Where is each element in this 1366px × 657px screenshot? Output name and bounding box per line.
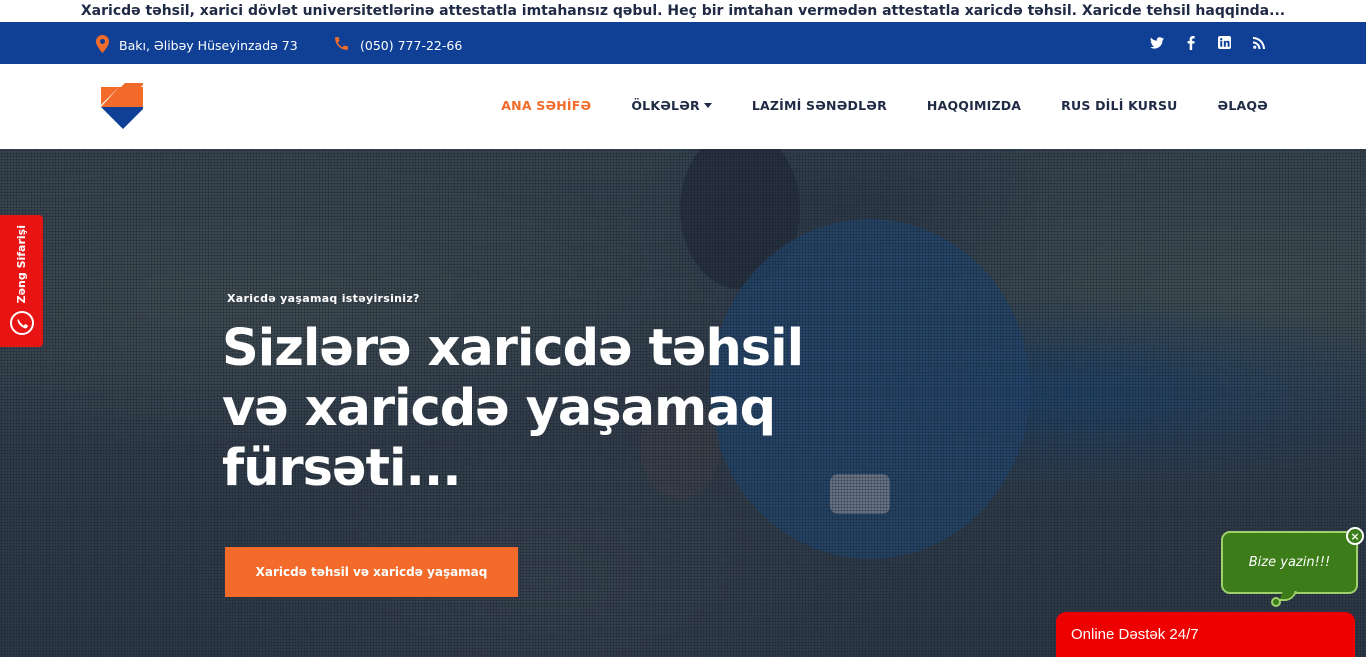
linkedin-icon[interactable] <box>1217 35 1232 50</box>
facebook-icon[interactable] <box>1183 35 1198 50</box>
ticker-text: Xaricdə təhsil, xarici dövlət universite… <box>80 3 1286 19</box>
address: Bakı, Əlibəy Hüseyinzadə 73 <box>96 35 298 56</box>
hero-kicker: Xaricdə yaşamaq istəyirsiniz? <box>227 292 420 305</box>
chat-bubble[interactable]: Bize yazin!!! <box>1221 531 1358 607</box>
nav-item-about[interactable]: HAQQIMIZDA <box>927 98 1021 113</box>
call-order-label: Zəng Sifarişi <box>15 224 28 303</box>
nav-item-countries[interactable]: ÖLKƏLƏR <box>631 98 712 113</box>
social-links <box>1149 35 1266 50</box>
phone-ring-icon <box>9 311 34 339</box>
nav-item-home[interactable]: ANA SƏHİFƏ <box>501 98 591 113</box>
nav-item-russian-course[interactable]: RUS DİLİ KURSU <box>1061 98 1177 113</box>
online-support-bar[interactable]: Online Dəstək 24/7 <box>1056 612 1355 657</box>
site-logo[interactable] <box>101 83 143 129</box>
hero-cta-button[interactable]: Xaricdə təhsil və xaricdə yaşamaq <box>225 547 518 597</box>
bubble-dot <box>1271 597 1281 607</box>
phone[interactable]: (050) 777-22-66 <box>333 35 462 55</box>
close-icon[interactable]: × <box>1346 527 1364 545</box>
phone-icon <box>333 35 350 55</box>
announcement-ticker: Xaricdə təhsil, xarici dövlət universite… <box>0 0 1366 22</box>
caret-down-icon <box>703 103 712 108</box>
hero-section: Xaricdə yaşamaq istəyirsiniz? Sizlərə xa… <box>0 149 1366 657</box>
map-pin-icon <box>96 35 109 56</box>
rss-icon[interactable] <box>1251 35 1266 50</box>
online-support-label: Online Dəstək 24/7 <box>1071 626 1199 643</box>
nav-item-documents[interactable]: LAZİMİ SƏNƏDLƏR <box>752 98 887 113</box>
main-nav: ANA SƏHİFƏ ÖLKƏLƏR LAZİMİ SƏNƏDLƏR HAQQI… <box>501 98 1268 113</box>
phone-text[interactable]: (050) 777-22-66 <box>360 38 462 53</box>
address-text: Bakı, Əlibəy Hüseyinzadə 73 <box>119 38 298 53</box>
nav-item-contact[interactable]: ƏLAQƏ <box>1218 98 1269 113</box>
call-order-tab[interactable]: Zəng Sifarişi <box>0 215 43 347</box>
chat-bubble-text: Bize yazin!!! <box>1248 555 1331 570</box>
site-header: ANA SƏHİFƏ ÖLKƏLƏR LAZİMİ SƏNƏDLƏR HAQQI… <box>0 64 1366 149</box>
contact-bar: Bakı, Əlibəy Hüseyinzadə 73 (050) 777-22… <box>0 22 1366 64</box>
hero-headline: Sizlərə xaricdə təhsil və xaricdə yaşama… <box>222 319 804 498</box>
nav-item-countries-label: ÖLKƏLƏR <box>631 98 700 113</box>
twitter-icon[interactable] <box>1149 35 1164 50</box>
